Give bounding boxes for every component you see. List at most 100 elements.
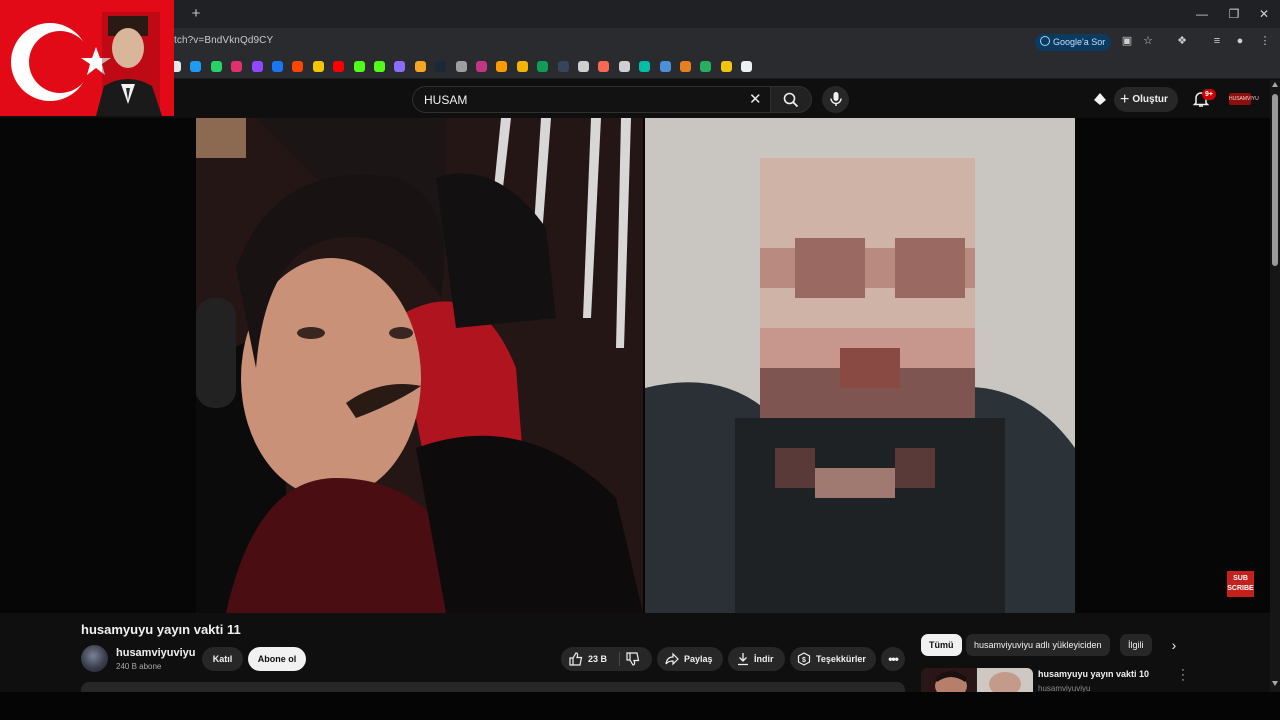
chip-all[interactable]: Tümü — [921, 634, 962, 656]
share-button[interactable]: Paylaş — [657, 647, 723, 671]
clear-search-icon[interactable]: ✕ — [749, 90, 762, 108]
bookmark-notes-icon[interactable] — [517, 61, 528, 72]
recommended-title[interactable]: husamyuyu yayın vakti 10 — [1038, 669, 1149, 679]
chevron-right-icon[interactable]: › — [1166, 637, 1182, 653]
profile-icon[interactable]: ● — [1233, 34, 1247, 48]
thanks-label: Teşekkürler — [816, 654, 866, 664]
like-dislike-group: 23 B — [561, 647, 652, 671]
dislike-icon[interactable] — [626, 652, 640, 666]
bookmark-patreon-icon[interactable] — [598, 61, 609, 72]
share-label: Paylaş — [684, 654, 713, 664]
left-camera-feed — [196, 118, 643, 613]
video-title: husamyuyu yayın vakti 11 — [81, 622, 241, 637]
plus-icon: + — [1120, 91, 1130, 108]
scribe-line: SCRIBE — [1227, 585, 1254, 592]
recommended-thumbnail-art — [921, 668, 1033, 692]
create-label: Oluştur — [1132, 94, 1168, 105]
search-input[interactable]: HUSAM ✕ — [412, 86, 770, 113]
download-icon — [738, 653, 748, 666]
channel-avatar[interactable] — [81, 645, 108, 672]
bottom-edge — [0, 692, 1280, 720]
scroll-thumb[interactable] — [1272, 94, 1278, 266]
thanks-button[interactable]: $ Teşekkürler — [790, 647, 876, 671]
media-queue-icon[interactable]: ≡ — [1210, 34, 1224, 48]
turkish-flag-image — [0, 0, 174, 116]
bookmark-star-icon[interactable]: ☆ — [1141, 34, 1155, 48]
recommended-thumbnail[interactable] — [921, 668, 1033, 692]
svg-text:$: $ — [802, 657, 806, 664]
youtube-header: HUSAM ✕ + Oluştur 9+ HUSAMVIYU — [0, 80, 1270, 118]
super-thanks-icon: $ — [797, 652, 811, 666]
account-avatar[interactable]: HUSAMVIYU — [1229, 93, 1259, 105]
bookmark-fandom-icon[interactable] — [639, 61, 650, 72]
bookmark-bluesky-icon[interactable] — [190, 61, 201, 72]
bookmark-tumblr-icon[interactable] — [558, 61, 569, 72]
bookmark-amazon-icon[interactable] — [496, 61, 507, 72]
bookmark-sheet-icon[interactable] — [537, 61, 548, 72]
chip-from-uploader[interactable]: husamviyuviyu adlı yükleyiciden — [966, 634, 1110, 656]
address-bar[interactable]: tch?v=BndVknQd9CY — [174, 35, 273, 46]
flag-artwork — [0, 0, 174, 116]
recommended-more-icon[interactable]: · · · — [1178, 665, 1188, 686]
subscribe-watermark[interactable]: SUB SCRIBE — [1227, 571, 1254, 597]
bookmark-clipboard-icon[interactable] — [415, 61, 426, 72]
bookmark-pmd-icon[interactable] — [313, 61, 324, 72]
extensions-icon[interactable]: ❖ — [1175, 34, 1189, 48]
scroll-up-arrow-icon[interactable] — [1272, 82, 1278, 87]
sub-line: SUB — [1233, 575, 1248, 582]
chip-related[interactable]: İlgili — [1120, 634, 1152, 656]
bookmark-kick-icon[interactable] — [354, 61, 365, 72]
lens-icon — [1040, 36, 1050, 46]
bookmark-whatsapp-icon[interactable] — [211, 61, 222, 72]
bookmark-steam-icon[interactable] — [435, 61, 446, 72]
subscriber-count: 240 B abone — [116, 662, 162, 671]
bookmark-folder-icon[interactable] — [660, 61, 671, 72]
like-count[interactable]: 23 B — [588, 647, 607, 671]
bookmark-plus-icon[interactable] — [700, 61, 711, 72]
download-label: İndir — [754, 654, 774, 664]
pixelated-face — [735, 158, 1005, 613]
channel-name[interactable]: husamviyuviyu — [116, 647, 195, 659]
bookmark-proton-icon[interactable] — [394, 61, 405, 72]
bookmark-github-icon[interactable] — [619, 61, 630, 72]
like-icon[interactable] — [569, 652, 583, 666]
bookmark-arrow-icon[interactable] — [272, 61, 283, 72]
bookmark-instagram-icon[interactable] — [231, 61, 242, 72]
new-tab-button[interactable]: + — [186, 4, 206, 24]
bookmark-diamond-icon[interactable] — [741, 61, 752, 72]
create-button[interactable]: + Oluştur — [1114, 87, 1178, 112]
right-feed-artwork — [645, 118, 1075, 613]
notification-badge: 9+ — [1202, 89, 1216, 100]
bookmark-kick-icon[interactable] — [374, 61, 385, 72]
bookmark-reddit-icon[interactable] — [292, 61, 303, 72]
bookmark-rhythm-icon[interactable] — [476, 61, 487, 72]
browser-tab-bar: + — ❐ ✕ — [0, 0, 1280, 28]
search-query: HUSAM — [424, 93, 468, 107]
description-box[interactable] — [81, 682, 905, 692]
google-sor-button[interactable]: Google'a Sor — [1035, 34, 1112, 51]
bookmark-youtube-icon[interactable] — [333, 61, 344, 72]
bookmark-layers-icon[interactable] — [721, 61, 732, 72]
bookmark-paw-icon[interactable] — [680, 61, 691, 72]
bookmark-twitch-icon[interactable] — [252, 61, 263, 72]
menu-kebab-icon[interactable]: ⋮ — [1258, 34, 1272, 48]
voice-search-button[interactable] — [822, 86, 849, 113]
search-button[interactable] — [770, 86, 812, 113]
scroll-down-arrow-icon[interactable] — [1272, 681, 1278, 686]
more-actions-button[interactable]: ••• — [881, 647, 905, 671]
join-button[interactable]: Katıl — [202, 647, 243, 671]
download-button[interactable]: İndir — [728, 647, 785, 671]
browser-toolbar: tch?v=BndVknQd9CY Google'a Sor ▣ ☆ ❖ ≡ ●… — [0, 28, 1280, 55]
restore-icon[interactable]: ❐ — [1222, 4, 1246, 24]
share-icon — [665, 652, 679, 666]
extension-puzzle-icon[interactable] — [1092, 91, 1108, 107]
minimize-icon[interactable]: — — [1190, 4, 1214, 24]
recommended-channel[interactable]: husamviyuviyu — [1038, 684, 1090, 692]
close-icon[interactable]: ✕ — [1252, 4, 1276, 24]
subscribe-button[interactable]: Abone ol — [248, 647, 306, 671]
bookmark-server-icon[interactable] — [578, 61, 589, 72]
bookmark-list-icon[interactable] — [456, 61, 467, 72]
video-player[interactable]: SUB SCRIBE — [0, 118, 1270, 613]
page-scrollbar[interactable] — [1270, 80, 1280, 692]
install-app-icon[interactable]: ▣ — [1120, 34, 1134, 48]
